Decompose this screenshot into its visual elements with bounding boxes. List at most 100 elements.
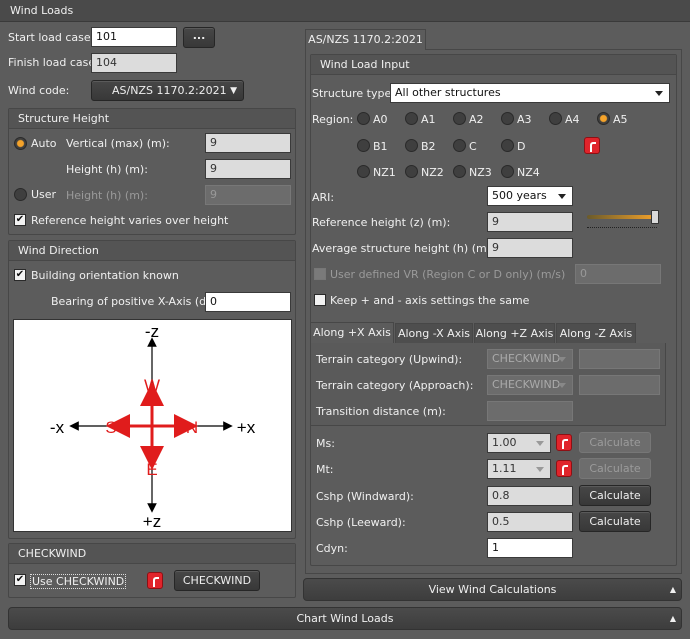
- ref-height-varies-checkbox[interactable]: ✔: [14, 214, 26, 226]
- terrain-approach-dropdown: CHECKWIND: [487, 375, 573, 395]
- user-height-h-label: Height (h) (m):: [66, 189, 148, 202]
- mt-lock-icon[interactable]: [556, 460, 572, 477]
- avg-height-input: 9: [487, 238, 573, 258]
- region-radio-a1[interactable]: [405, 112, 418, 125]
- finish-load-case-input: 104: [91, 53, 177, 73]
- checkwind-header: CHECKWIND: [9, 544, 295, 564]
- user-vr-input: 0: [575, 264, 661, 284]
- region-radio-nz2[interactable]: [405, 165, 418, 178]
- chart-wind-loads-button[interactable]: Chart Wind Loads ▲: [8, 607, 682, 630]
- region-radio-b2[interactable]: [405, 139, 418, 152]
- user-vr-checkbox: [314, 268, 326, 280]
- region-radio-c[interactable]: [453, 139, 466, 152]
- auto-height-label: Auto: [31, 137, 57, 150]
- s-label: S: [105, 418, 116, 437]
- ms-calculate-button: Calculate: [579, 432, 651, 453]
- region-radio-a4[interactable]: [549, 112, 562, 125]
- slider-thumb[interactable]: [651, 210, 659, 224]
- user-height-h-input: 9: [205, 185, 291, 205]
- mt-label: Mt:: [316, 463, 334, 476]
- region-radio-nz3[interactable]: [453, 165, 466, 178]
- cshp-leeward-calculate-button[interactable]: Calculate: [579, 511, 651, 532]
- ari-value: 500 years: [492, 189, 547, 202]
- building-orientation-checkbox[interactable]: ✔: [14, 269, 26, 281]
- ref-height-slider[interactable]: [587, 210, 662, 230]
- ref-height-varies-label: Reference height varies over height: [31, 214, 229, 227]
- region-label-a0: A0: [373, 113, 388, 126]
- terrain-upwind-label: Terrain category (Upwind):: [316, 353, 463, 366]
- region-radio-nz1[interactable]: [357, 165, 370, 178]
- cshp-leeward-label: Cshp (Leeward):: [316, 516, 406, 529]
- e-label: E: [146, 460, 157, 479]
- ref-height-input: 9: [487, 212, 573, 232]
- neg-x-label: -x: [50, 418, 65, 437]
- ref-height-label: Reference height (z) (m):: [312, 216, 451, 229]
- slider-track: [587, 215, 657, 219]
- region-label-nz3: NZ3: [469, 166, 492, 179]
- tab-axis-0[interactable]: Along +X Axis: [310, 322, 394, 343]
- ari-dropdown[interactable]: 500 years: [487, 186, 573, 206]
- wind-code-dropdown[interactable]: AS/NZS 1170.2:2021 ▼: [91, 80, 244, 101]
- browse-load-case-button[interactable]: ...: [183, 27, 215, 48]
- cshp-leeward-input: 0.5: [487, 512, 573, 532]
- mt-value: 1.11: [492, 462, 517, 475]
- transition-distance-label: Transition distance (m):: [316, 405, 446, 418]
- ms-label: Ms:: [316, 437, 335, 450]
- cshp-windward-input: 0.8: [487, 486, 573, 506]
- cdyn-input[interactable]: 1: [487, 538, 573, 558]
- chevron-down-icon: ▼: [230, 86, 237, 96]
- region-label-d: D: [517, 140, 526, 153]
- cdyn-label: Cdyn:: [316, 542, 348, 555]
- keep-axis-checkbox[interactable]: [314, 294, 326, 306]
- right-panel-top-border: [426, 49, 682, 50]
- auto-height-radio[interactable]: [14, 137, 27, 150]
- bearing-label: Bearing of positive X-Axis (deg):: [51, 295, 228, 308]
- wind-direction-header: Wind Direction: [9, 241, 295, 261]
- region-radio-d[interactable]: [501, 139, 514, 152]
- region-label-a2: A2: [469, 113, 484, 126]
- tab-axis-2[interactable]: Along +Z Axis: [474, 323, 555, 343]
- region-lock-icon[interactable]: [584, 137, 600, 154]
- building-orientation-label: Building orientation known: [31, 269, 179, 282]
- terrain-approach-label: Terrain category (Approach):: [316, 379, 474, 392]
- view-wind-calculations-button[interactable]: View Wind Calculations ▲: [303, 578, 682, 601]
- use-checkwind-checkbox[interactable]: ✔: [14, 574, 26, 586]
- chevron-down-icon: [536, 441, 544, 446]
- tab-asnzs[interactable]: AS/NZS 1170.2:2021: [305, 29, 426, 50]
- checkwind-lock-icon[interactable]: [147, 572, 163, 589]
- mt-calculate-button: Calculate: [579, 458, 651, 479]
- checkwind-button[interactable]: CHECKWIND: [174, 570, 260, 591]
- compass-diagram: -z +z -x +x W E S N: [50, 322, 256, 531]
- terrain-upwind-dropdown: CHECKWIND: [487, 349, 573, 369]
- ms-value: 1.00: [492, 436, 517, 449]
- region-radio-a3[interactable]: [501, 112, 514, 125]
- region-label-b2: B2: [421, 140, 436, 153]
- chevron-down-icon: [655, 91, 663, 96]
- region-radio-a2[interactable]: [453, 112, 466, 125]
- avg-height-label: Average structure height (h) (m):: [312, 242, 495, 255]
- user-height-radio[interactable]: [14, 188, 27, 201]
- ms-lock-icon[interactable]: [556, 434, 572, 451]
- auto-height-h-input: 9: [205, 159, 291, 179]
- structure-height-header: Structure Height: [9, 109, 295, 129]
- chevron-up-icon: ▲: [669, 614, 676, 623]
- region-radio-nz4[interactable]: [501, 165, 514, 178]
- structure-type-value: All other structures: [395, 86, 501, 99]
- region-radio-a0[interactable]: [357, 112, 370, 125]
- terrain-approach-extra: [579, 375, 660, 395]
- region-radio-a5[interactable]: [597, 112, 610, 125]
- pos-z-label: +z: [143, 512, 161, 531]
- n-label: N: [186, 418, 198, 437]
- user-vr-label: User defined VR (Region C or D only) (m/…: [330, 268, 566, 281]
- bearing-input[interactable]: 0: [205, 292, 291, 312]
- region-label-a1: A1: [421, 113, 436, 126]
- structure-type-label: Structure type:: [312, 87, 395, 100]
- region-radio-b1[interactable]: [357, 139, 370, 152]
- cshp-windward-calculate-button[interactable]: Calculate: [579, 485, 651, 506]
- start-load-case-input[interactable]: 101: [91, 27, 177, 47]
- tab-axis-3[interactable]: Along -Z Axis: [556, 323, 636, 343]
- structure-type-dropdown[interactable]: All other structures: [390, 83, 670, 103]
- tab-axis-1[interactable]: Along -X Axis: [395, 323, 473, 343]
- ms-dropdown[interactable]: 1.00: [487, 433, 551, 453]
- mt-dropdown[interactable]: 1.11: [487, 459, 551, 479]
